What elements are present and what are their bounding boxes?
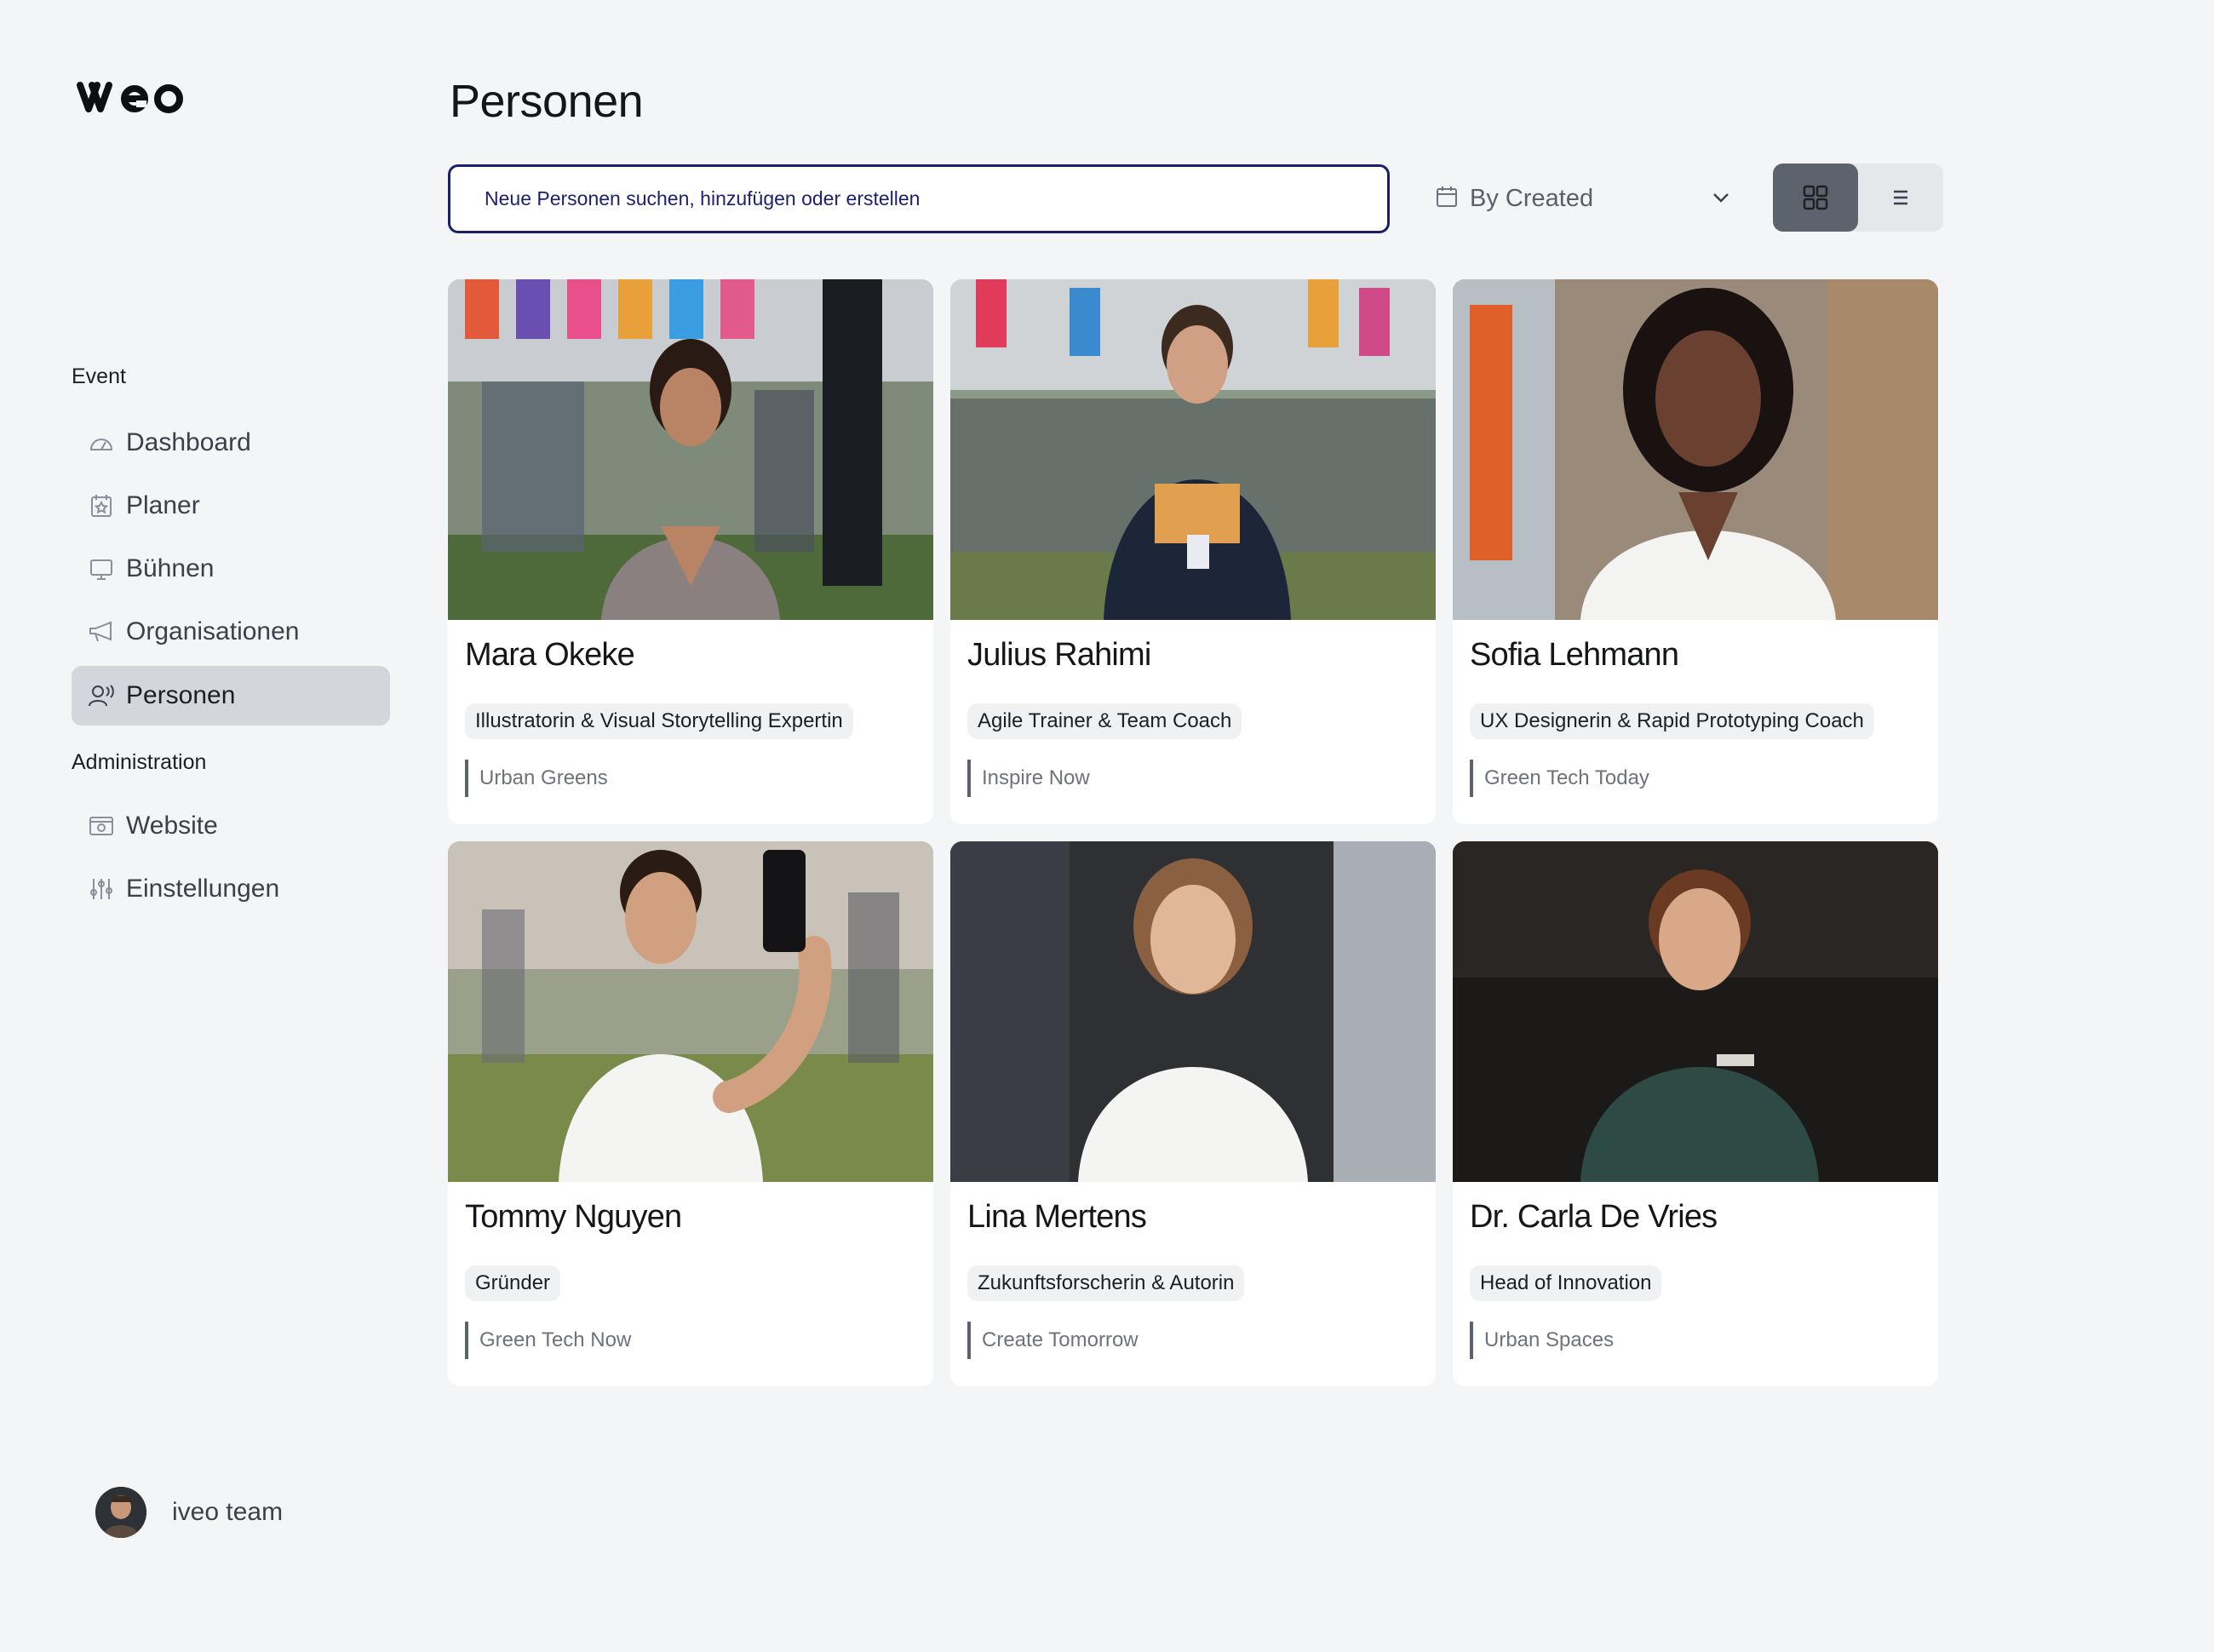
list-icon bbox=[1894, 190, 1907, 205]
person-role-badge: Agile Trainer & Team Coach bbox=[967, 703, 1242, 739]
person-organization: Urban Greens bbox=[465, 760, 608, 797]
person-role-badge: Zukunftsforscherin & Autorin bbox=[967, 1265, 1245, 1301]
sidebar-item-buehnen[interactable]: Bühnen bbox=[72, 539, 390, 599]
sidebar-item-dashboard[interactable]: Dashboard bbox=[72, 413, 390, 473]
page-title: Personen bbox=[450, 76, 644, 127]
person-organization: Inspire Now bbox=[967, 760, 1090, 797]
person-name: Tommy Nguyen bbox=[465, 1199, 682, 1235]
calendar-star-icon bbox=[87, 491, 116, 520]
app-logo[interactable] bbox=[75, 78, 186, 120]
user-name: iveo team bbox=[172, 1498, 284, 1526]
sort-dropdown[interactable]: By Created bbox=[1419, 164, 1751, 232]
sidebar-item-einstellungen[interactable]: Einstellungen bbox=[72, 859, 390, 919]
person-photo bbox=[1453, 279, 1938, 620]
person-photo bbox=[448, 841, 933, 1182]
person-photo bbox=[1453, 841, 1938, 1182]
person-card[interactable]: Sofia Lehmann UX Designerin & Rapid Prot… bbox=[1453, 279, 1938, 824]
browser-icon bbox=[87, 812, 116, 840]
sidebar-item-label: Website bbox=[126, 812, 218, 840]
person-name: Lina Mertens bbox=[967, 1199, 1147, 1235]
sidebar-item-label: Organisationen bbox=[126, 617, 300, 645]
person-organization: Urban Spaces bbox=[1470, 1322, 1614, 1359]
grid-icon bbox=[1803, 185, 1828, 210]
person-card[interactable]: Tommy Nguyen Gründer Green Tech Now bbox=[448, 841, 933, 1386]
dashboard-icon bbox=[87, 428, 116, 457]
list-view-button[interactable] bbox=[1858, 163, 1943, 232]
person-card[interactable]: Julius Rahimi Agile Trainer & Team Coach… bbox=[950, 279, 1436, 824]
person-name: Mara Okeke bbox=[465, 637, 635, 673]
sidebar-item-personen[interactable]: Personen bbox=[72, 666, 390, 726]
megaphone-icon bbox=[87, 617, 116, 646]
sidebar-item-label: Dashboard bbox=[126, 428, 251, 456]
person-role-badge: Gründer bbox=[465, 1265, 561, 1301]
sidebar-item-label: Personen bbox=[126, 681, 236, 709]
grid-view-button[interactable] bbox=[1773, 163, 1858, 232]
person-card[interactable]: Mara Okeke Illustratorin & Visual Storyt… bbox=[448, 279, 933, 824]
person-name: Dr. Carla De Vries bbox=[1470, 1199, 1718, 1235]
chevron-down-icon bbox=[1708, 185, 1734, 215]
person-organization: Create Tomorrow bbox=[967, 1322, 1139, 1359]
sidebar-item-website[interactable]: Website bbox=[72, 796, 390, 856]
person-card[interactable]: Lina Mertens Zukunftsforscherin & Autori… bbox=[950, 841, 1436, 1386]
person-name: Julius Rahimi bbox=[967, 637, 1151, 673]
person-photo bbox=[950, 279, 1436, 620]
search-input[interactable] bbox=[483, 186, 1387, 211]
person-organization: Green Tech Now bbox=[465, 1322, 631, 1359]
sidebar-item-label: Einstellungen bbox=[126, 875, 280, 903]
sidebar-item-label: Planer bbox=[126, 491, 200, 519]
sidebar-section-administration: Administration bbox=[72, 750, 207, 774]
person-organization: Green Tech Today bbox=[1470, 760, 1649, 797]
people-icon bbox=[87, 681, 116, 710]
sidebar-section-event: Event bbox=[72, 364, 126, 388]
sidebar-item-label: Bühnen bbox=[126, 554, 215, 582]
person-role-badge: Head of Innovation bbox=[1470, 1265, 1662, 1301]
calendar-icon bbox=[1434, 184, 1460, 214]
sidebar-item-planer[interactable]: Planer bbox=[72, 476, 390, 536]
person-photo bbox=[448, 279, 933, 620]
sort-label: By Created bbox=[1470, 184, 1594, 212]
search-field[interactable] bbox=[448, 164, 1390, 233]
user-menu[interactable]: iveo team bbox=[95, 1487, 283, 1538]
view-toggle bbox=[1773, 163, 1943, 232]
monitor-icon bbox=[87, 554, 116, 583]
avatar bbox=[95, 1487, 146, 1538]
person-photo bbox=[950, 841, 1436, 1182]
sidebar-item-organisationen[interactable]: Organisationen bbox=[72, 602, 390, 662]
person-role-badge: UX Designerin & Rapid Prototyping Coach bbox=[1470, 703, 1874, 739]
sliders-icon bbox=[87, 875, 116, 903]
person-name: Sofia Lehmann bbox=[1470, 637, 1679, 673]
iveo-logo-mark bbox=[77, 82, 183, 113]
person-role-badge: Illustratorin & Visual Storytelling Expe… bbox=[465, 703, 853, 739]
person-card[interactable]: Dr. Carla De Vries Head of Innovation Ur… bbox=[1453, 841, 1938, 1386]
